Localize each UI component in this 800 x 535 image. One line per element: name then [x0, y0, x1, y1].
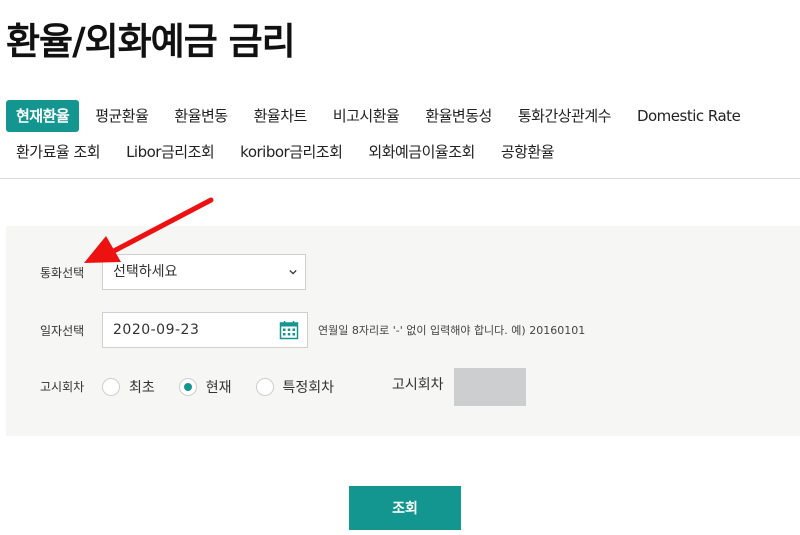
search-button[interactable]: 조회	[349, 486, 461, 530]
currency-select-value: 선택하세요	[113, 264, 178, 280]
tab-row-1: 현재환율 평균환율 환율변동 환율차트 비고시환율 환율변동성 통화간상관계수 …	[6, 100, 796, 132]
tab-domestic-rate[interactable]: Domestic Rate	[627, 100, 750, 132]
tab-current-rate[interactable]: 현재환율	[6, 100, 80, 132]
tab-exchange-commission[interactable]: 환가료율 조회	[6, 136, 110, 168]
date-input[interactable]: 2020-09-23	[102, 312, 308, 348]
date-format-hint: 연월일 8자리로 '-' 없이 입력해야 합니다. 예) 20160101	[318, 324, 586, 337]
round-input-label: 고시회차	[392, 377, 444, 393]
calendar-icon[interactable]	[279, 320, 299, 340]
tab-rate-chart[interactable]: 환율차트	[244, 100, 317, 132]
radio-current-label: 현재	[205, 380, 232, 396]
radio-specific-circle[interactable]	[255, 378, 274, 396]
chevron-down-icon	[289, 269, 297, 275]
tab-rate-change[interactable]: 환율변동	[164, 100, 237, 132]
tab-koribor-rate[interactable]: koribor금리조회	[230, 136, 352, 168]
round-radio-group: 최초 현재 특정회차	[102, 368, 358, 406]
date-label: 일자선택	[40, 324, 85, 338]
divider	[0, 178, 800, 179]
radio-specific-label: 특정회차	[282, 380, 335, 396]
tab-airport-rate[interactable]: 공항환율	[491, 136, 564, 168]
tab-unannounced-rate[interactable]: 비고시환율	[323, 100, 410, 132]
tab-libor-rate[interactable]: Libor금리조회	[116, 136, 224, 168]
page-title: 환율/외화예금 금리	[6, 20, 296, 63]
radio-first[interactable]: 최초	[102, 377, 155, 397]
currency-select[interactable]: 선택하세요	[102, 254, 306, 290]
round-number-input[interactable]	[454, 368, 526, 406]
search-form-panel: 통화선택 선택하세요 일자선택 2020-09-23 연월일 8자리로 '-' …	[6, 226, 800, 436]
currency-label: 통화선택	[40, 266, 85, 280]
radio-current-circle[interactable]	[178, 378, 197, 396]
radio-first-circle[interactable]	[102, 378, 120, 396]
tab-rate-volatility[interactable]: 환율변동성	[415, 100, 502, 132]
tab-navigation: 현재환율 평균환율 환율변동 환율차트 비고시환율 환율변동성 통화간상관계수 …	[6, 100, 796, 172]
tab-row-2: 환가료율 조회 Libor금리조회 koribor금리조회 외화예금이율조회 공…	[6, 136, 796, 168]
radio-first-label: 최초	[129, 380, 155, 396]
tab-fx-deposit-rate[interactable]: 외화예금이율조회	[358, 136, 484, 168]
round-label: 고시회차	[40, 380, 85, 394]
radio-current[interactable]: 현재	[178, 377, 232, 397]
tab-average-rate[interactable]: 평균환율	[85, 100, 158, 132]
date-input-value: 2020-09-23	[113, 322, 200, 338]
tab-currency-correlation[interactable]: 통화간상관계수	[508, 100, 621, 132]
radio-specific[interactable]: 특정회차	[255, 377, 335, 397]
